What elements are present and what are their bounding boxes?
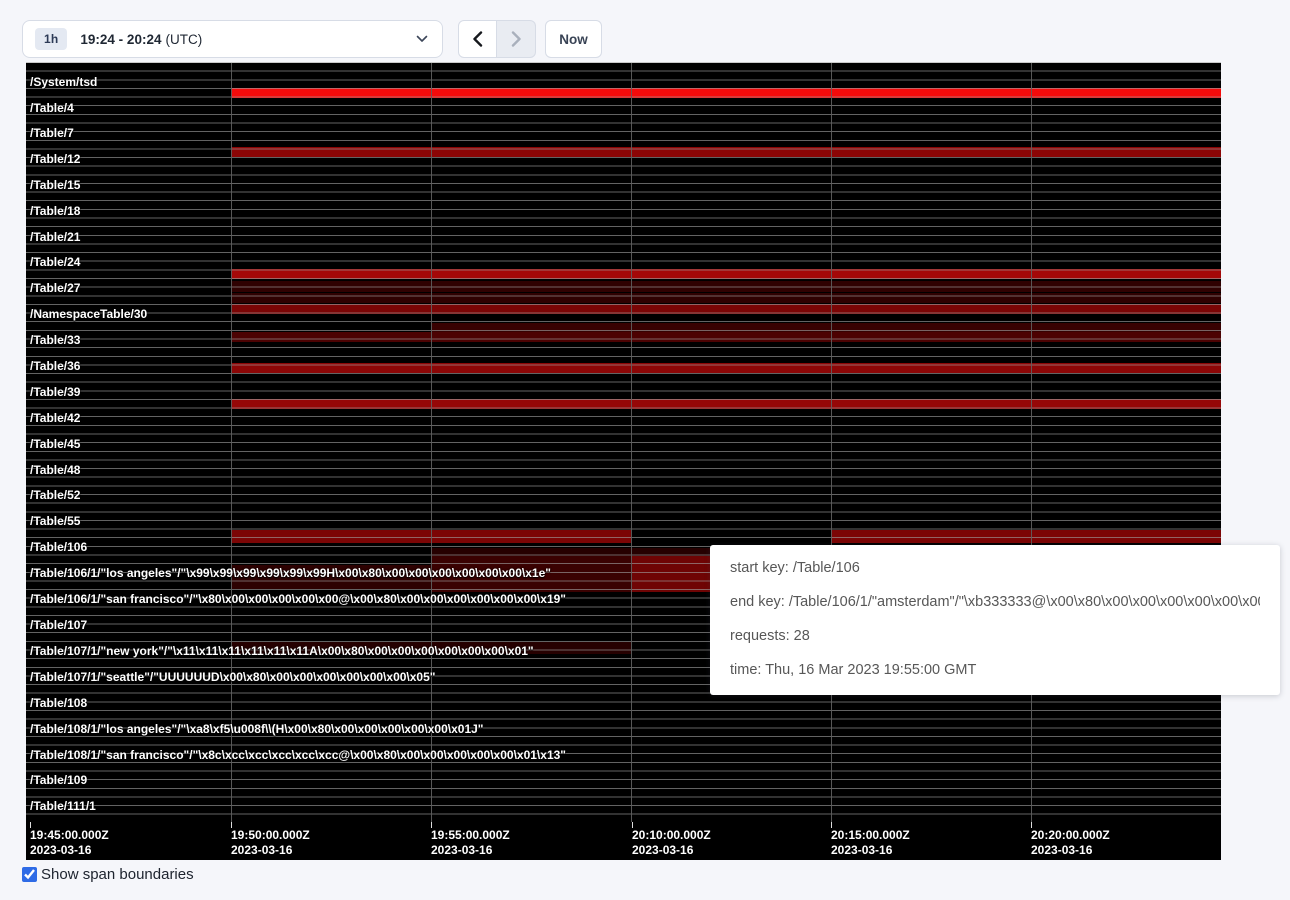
axis-tick-label: 20:15:00.000Z2023-03-16 — [831, 828, 910, 858]
time-gridline — [1031, 62, 1032, 822]
toolbar: 1h 19:24 - 20:24 (UTC) Now — [0, 0, 1290, 62]
span-label: /Table/48 — [30, 464, 80, 477]
span-label: /Table/106/1/"san francisco"/"\x80\x00\x… — [30, 593, 566, 606]
cell-tooltip: start key: /Table/106 end key: /Table/10… — [710, 545, 1280, 695]
axis-tick-label: 20:10:00.000Z2023-03-16 — [632, 828, 711, 858]
span-label: /Table/42 — [30, 412, 80, 425]
top-boundary-line — [26, 62, 1221, 63]
span-label: /Table/55 — [30, 515, 80, 528]
footer: Show span boundaries — [22, 866, 194, 883]
chevron-down-icon — [416, 35, 428, 43]
time-range-select[interactable]: 1h 19:24 - 20:24 (UTC) — [22, 20, 443, 58]
timezone-label: (UTC) — [165, 32, 202, 47]
time-gridline — [431, 62, 432, 822]
span-boundary-lines — [26, 62, 1221, 822]
time-range-value: 19:24 - 20:24 — [80, 32, 161, 47]
tooltip-start-key: start key: /Table/106 — [730, 558, 1260, 578]
span-label: /Table/107/1/"seattle"/"UUUUUUD\x00\x80\… — [30, 671, 435, 684]
time-range-text: 19:24 - 20:24 (UTC) — [80, 32, 202, 47]
now-button[interactable]: Now — [545, 20, 602, 58]
span-label: /Table/39 — [30, 386, 80, 399]
span-label: /Table/107 — [30, 619, 87, 632]
span-label: /Table/12 — [30, 153, 80, 166]
span-label: /Table/52 — [30, 489, 80, 502]
span-label: /Table/7 — [30, 127, 74, 140]
time-gridline — [231, 62, 232, 822]
span-label: /Table/36 — [30, 360, 80, 373]
span-label: /Table/106/1/"los angeles"/"\x99\x99\x99… — [30, 567, 551, 580]
show-span-boundaries-checkbox[interactable] — [22, 867, 37, 882]
time-axis: 19:45:00.000Z2023-03-16 19:50:00.000Z2023… — [26, 822, 1221, 860]
axis-tick-label: 19:55:00.000Z2023-03-16 — [431, 828, 510, 858]
axis-tick-label: 19:45:00.000Z2023-03-16 — [30, 828, 109, 858]
span-label: /Table/33 — [30, 334, 80, 347]
span-label: /NamespaceTable/30 — [30, 308, 147, 321]
previous-interval-button[interactable] — [458, 20, 497, 58]
tooltip-time: time: Thu, 16 Mar 2023 19:55:00 GMT — [730, 660, 1260, 680]
span-label: /System/tsd — [30, 76, 97, 89]
time-nav-group — [458, 20, 536, 58]
span-label: /Table/108/1/"los angeles"/"\xa8\xf5\u00… — [30, 723, 484, 736]
axis-tick-label: 19:50:00.000Z2023-03-16 — [231, 828, 310, 858]
next-interval-button[interactable] — [497, 20, 536, 58]
span-label: /Table/45 — [30, 438, 80, 451]
axis-tick-label: 20:20:00.000Z2023-03-16 — [1031, 828, 1110, 858]
span-label: /Table/24 — [30, 256, 80, 269]
time-gridline — [831, 62, 832, 822]
span-label: /Table/106 — [30, 541, 87, 554]
span-label: /Table/4 — [30, 102, 74, 115]
span-label: /Table/21 — [30, 231, 80, 244]
time-gridline — [631, 62, 632, 822]
show-span-boundaries-label: Show span boundaries — [41, 866, 194, 883]
span-label: /Table/27 — [30, 282, 80, 295]
span-label: /Table/15 — [30, 179, 80, 192]
span-label: /Table/108/1/"san francisco"/"\x8c\xcc\x… — [30, 749, 566, 762]
duration-badge: 1h — [35, 28, 67, 50]
tooltip-requests: requests: 28 — [730, 626, 1260, 646]
tooltip-end-key: end key: /Table/106/1/"amsterdam"/"\xb33… — [730, 592, 1260, 612]
span-label: /Table/111/1 — [30, 800, 96, 813]
span-label: /Table/18 — [30, 205, 80, 218]
keyvis-canvas[interactable]: /System/tsd/Table/4/Table/7/Table/12/Tab… — [26, 62, 1221, 860]
span-label: /Table/107/1/"new york"/"\x11\x11\x11\x1… — [30, 645, 534, 658]
keyvis-heatmap[interactable]: /System/tsd/Table/4/Table/7/Table/12/Tab… — [26, 62, 1221, 822]
span-label: /Table/109 — [30, 774, 87, 787]
span-label: /Table/108 — [30, 697, 87, 710]
